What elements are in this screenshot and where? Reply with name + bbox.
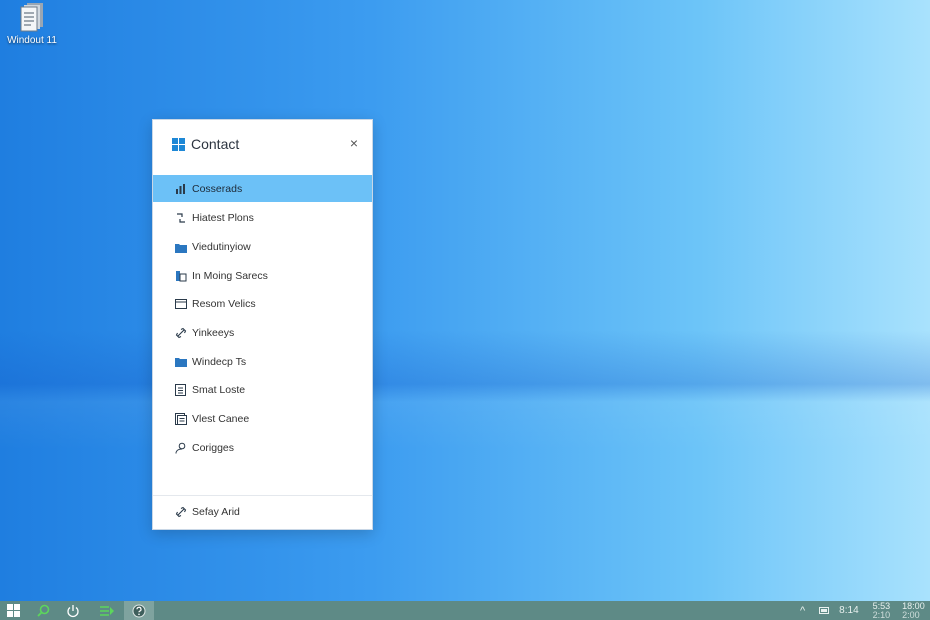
document-icon	[174, 384, 187, 397]
menu-item-label: Viedutinyiow	[192, 241, 251, 254]
folder-icon	[174, 269, 187, 282]
menu-item-label: Smat Loste	[192, 384, 246, 397]
battery-icon[interactable]	[819, 606, 830, 615]
notes-icon	[174, 413, 187, 426]
link-icon	[174, 212, 187, 225]
list-icon	[100, 605, 114, 616]
menu-item-label: Hiatest Plons	[192, 212, 254, 225]
folder-icon	[174, 241, 187, 254]
menu-item-yinkeeys[interactable]: Yinkeeys	[153, 319, 372, 348]
menu-item-label: Resom Velics	[192, 298, 256, 311]
menu-item-corigges[interactable]: Corigges	[153, 434, 372, 463]
search-button[interactable]	[30, 601, 56, 620]
footer-item-label: Sefay Arid	[192, 506, 240, 518]
footer-item-sefay-arid[interactable]: Sefay Arid	[153, 500, 372, 524]
wallpaper-horizon	[0, 330, 930, 450]
close-button[interactable]: ×	[346, 135, 362, 151]
menu-item-label: Vlest Canee	[192, 413, 250, 426]
link-icon	[174, 506, 187, 519]
power-icon	[67, 604, 79, 617]
desktop-icon[interactable]: Windout 11	[4, 2, 60, 47]
search-icon	[36, 604, 49, 617]
menu-item-smat-loste[interactable]: Smat Loste	[153, 376, 372, 405]
menu-item-viedutinyiow[interactable]: Viedutinyiow	[153, 233, 372, 262]
tray-clock[interactable]: 8:14	[839, 605, 858, 616]
chart-icon	[174, 182, 187, 195]
menu-item-resom-velics[interactable]: Resom Velics	[153, 290, 372, 319]
tray-date[interactable]: 18:00 2:00	[902, 601, 925, 620]
menu-item-label: Corigges	[192, 441, 235, 454]
window-icon	[174, 298, 187, 311]
help-button[interactable]	[124, 601, 154, 620]
menu-item-label: Cosserads	[192, 182, 243, 195]
window-header: Contact ×	[153, 120, 372, 174]
window-title: Contact	[191, 136, 240, 152]
document-stack-icon	[20, 3, 43, 32]
menu-item-label: In Moing Sarecs	[192, 269, 268, 282]
person-icon	[174, 441, 187, 454]
menu-item-windecp-ts[interactable]: Windecp Ts	[153, 347, 372, 376]
contact-window: Contact × Cosserads Hiatest Plons Viedut…	[152, 119, 373, 530]
menu-list: Cosserads Hiatest Plons Viedutinyiow In …	[153, 175, 372, 462]
footer-divider	[153, 495, 372, 496]
menu-item-cosserads[interactable]: Cosserads	[153, 175, 372, 202]
link-icon	[174, 327, 187, 340]
menu-item-label: Windecp Ts	[192, 355, 247, 368]
desktop-icon-label: Windout 11	[7, 35, 57, 46]
chevron-up-icon[interactable]: ^	[800, 605, 805, 617]
menu-item-vlest-canee[interactable]: Vlest Canee	[153, 405, 372, 434]
menu-item-in-moing-sarecs[interactable]: In Moing Sarecs	[153, 261, 372, 290]
power-button[interactable]	[60, 601, 86, 620]
windows-logo-icon	[172, 138, 185, 151]
system-tray: ^ 8:14 5:53 2:10 18:00 2:00	[800, 601, 925, 620]
list-button[interactable]	[94, 601, 120, 620]
folder-icon	[174, 355, 187, 368]
help-icon	[132, 604, 146, 617]
menu-item-hiatest-plons[interactable]: Hiatest Plons	[153, 204, 372, 233]
taskbar: ^ 8:14 5:53 2:10 18:00 2:00	[0, 601, 930, 620]
date-bottom: 2:00	[902, 609, 920, 620]
time-bottom: 2:10	[872, 609, 891, 620]
menu-item-label: Yinkeeys	[192, 327, 235, 340]
tray-time[interactable]: 5:53 2:10	[872, 601, 891, 620]
windows-start-icon	[6, 604, 20, 617]
start-button[interactable]	[0, 601, 26, 620]
